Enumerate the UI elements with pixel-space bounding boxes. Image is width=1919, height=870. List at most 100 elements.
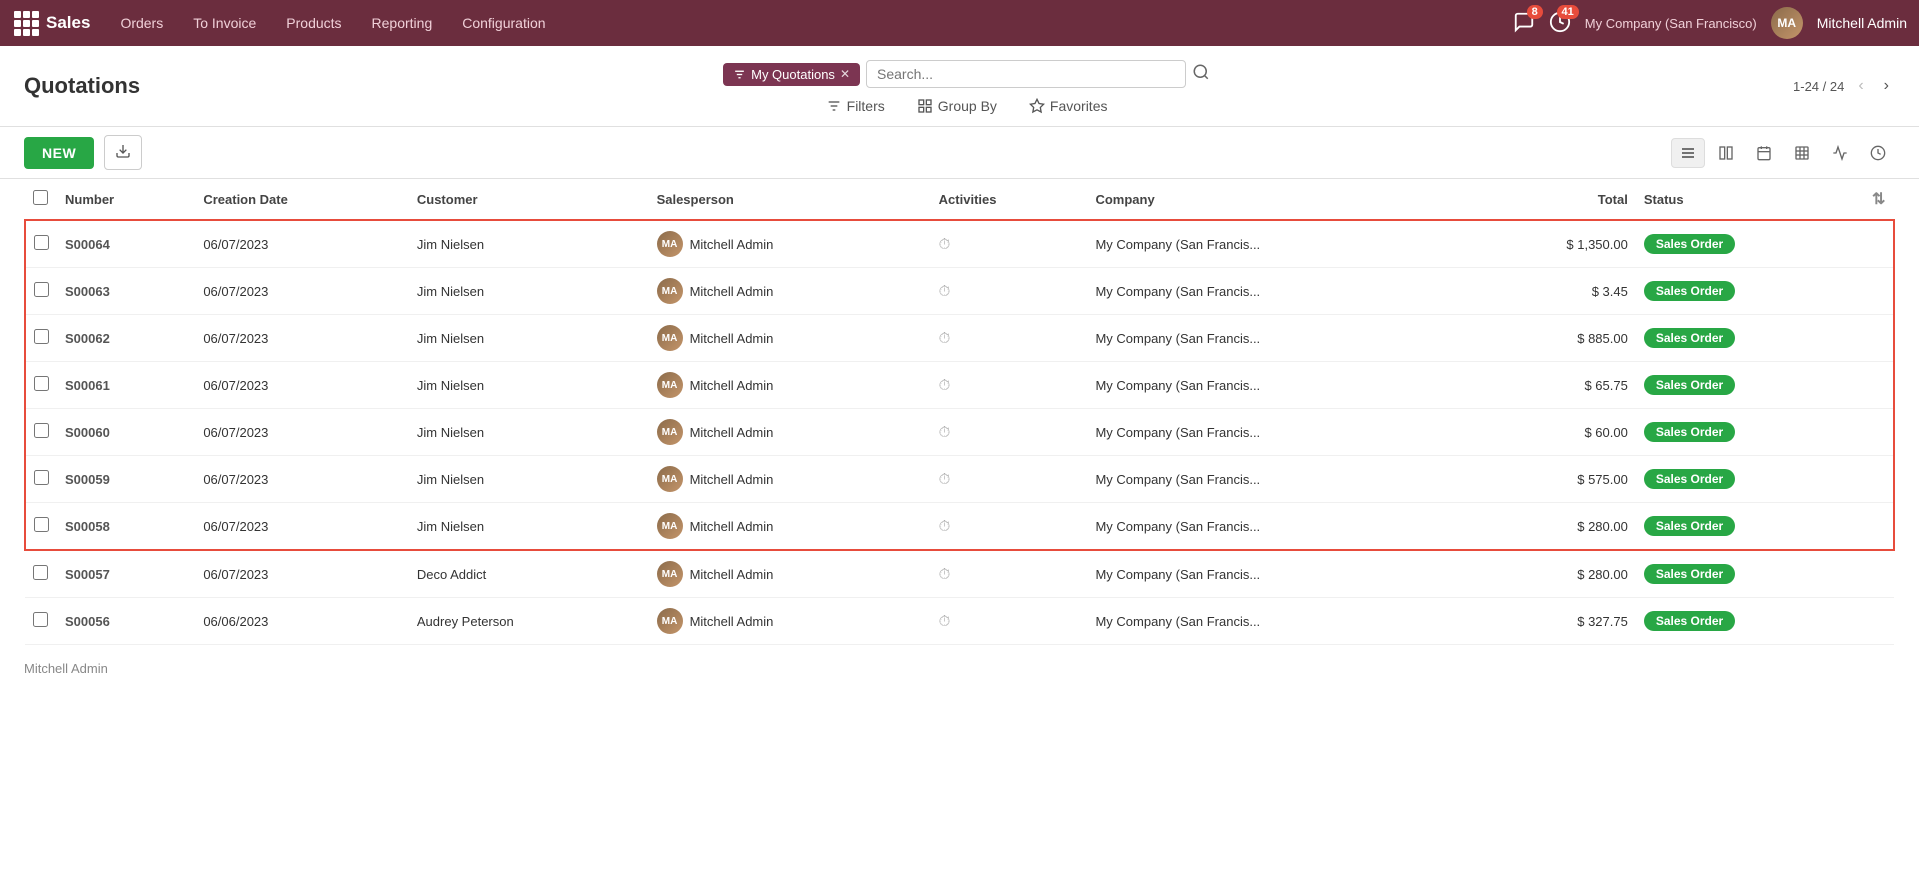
- status-badge: Sales Order: [1644, 375, 1735, 395]
- table-row[interactable]: S0006406/07/2023Jim NielsenMAMitchell Ad…: [25, 220, 1894, 268]
- graph-view-button[interactable]: [1823, 138, 1857, 168]
- row-extra: [1864, 315, 1894, 362]
- favorites-button[interactable]: Favorites: [1021, 94, 1116, 118]
- col-salesperson[interactable]: Salesperson: [649, 179, 931, 220]
- kanban-view-button[interactable]: [1709, 138, 1743, 168]
- row-salesperson: MAMitchell Admin: [649, 503, 931, 551]
- row-checkbox[interactable]: [34, 470, 49, 485]
- list-view-icon: [1680, 145, 1696, 161]
- row-activities[interactable]: ⏱: [931, 315, 1088, 362]
- row-status[interactable]: Sales Order: [1636, 315, 1864, 362]
- table-row[interactable]: S0005706/07/2023Deco AddictMAMitchell Ad…: [25, 550, 1894, 598]
- row-checkbox[interactable]: [34, 423, 49, 438]
- menu-reporting[interactable]: Reporting: [358, 9, 447, 37]
- table-row[interactable]: S0005806/07/2023Jim NielsenMAMitchell Ad…: [25, 503, 1894, 551]
- activity-clock-icon[interactable]: ⏱: [939, 613, 951, 630]
- table-row[interactable]: S0006206/07/2023Jim NielsenMAMitchell Ad…: [25, 315, 1894, 362]
- row-checkbox[interactable]: [34, 376, 49, 391]
- col-company[interactable]: Company: [1087, 179, 1471, 220]
- table-row[interactable]: S0006006/07/2023Jim NielsenMAMitchell Ad…: [25, 409, 1894, 456]
- col-activities[interactable]: Activities: [931, 179, 1088, 220]
- row-activities[interactable]: ⏱: [931, 550, 1088, 598]
- search-button[interactable]: [1192, 63, 1210, 86]
- row-activities[interactable]: ⏱: [931, 503, 1088, 551]
- activity-clock-icon[interactable]: ⏱: [939, 518, 951, 535]
- row-checkbox[interactable]: [34, 282, 49, 297]
- search-input[interactable]: [866, 60, 1186, 88]
- row-salesperson: MAMitchell Admin: [649, 268, 931, 315]
- top-menu: Orders To Invoice Products Reporting Con…: [106, 9, 559, 37]
- col-total[interactable]: Total: [1471, 179, 1636, 220]
- column-settings-icon[interactable]: ⇅: [1872, 191, 1885, 208]
- activity-clock-icon[interactable]: ⏱: [939, 424, 951, 441]
- col-number[interactable]: Number: [57, 179, 195, 220]
- activity-clock-icon[interactable]: ⏱: [939, 283, 951, 300]
- status-badge: Sales Order: [1644, 564, 1735, 584]
- avatar: MA: [657, 325, 683, 351]
- col-customer[interactable]: Customer: [409, 179, 649, 220]
- previous-page-button[interactable]: ‹: [1852, 75, 1869, 97]
- row-company: My Company (San Francis...: [1087, 503, 1471, 551]
- col-creation-date[interactable]: Creation Date: [195, 179, 409, 220]
- download-button[interactable]: [104, 135, 142, 170]
- table-row[interactable]: S0006306/07/2023Jim NielsenMAMitchell Ad…: [25, 268, 1894, 315]
- messages-button[interactable]: 8: [1513, 11, 1535, 36]
- row-date: 06/07/2023: [195, 550, 409, 598]
- row-status[interactable]: Sales Order: [1636, 456, 1864, 503]
- row-checkbox[interactable]: [34, 329, 49, 344]
- row-extra: [1864, 456, 1894, 503]
- user-avatar[interactable]: MA: [1771, 7, 1803, 39]
- filters-button[interactable]: Filters: [818, 94, 893, 118]
- row-status[interactable]: Sales Order: [1636, 362, 1864, 409]
- row-activities[interactable]: ⏱: [931, 456, 1088, 503]
- activity-clock-icon[interactable]: ⏱: [939, 377, 951, 394]
- activity-clock-icon[interactable]: ⏱: [939, 330, 951, 347]
- row-checkbox[interactable]: [33, 565, 48, 580]
- avatar: MA: [657, 608, 683, 634]
- activities-button[interactable]: 41: [1549, 11, 1571, 36]
- group-by-button[interactable]: Group By: [909, 94, 1005, 118]
- activity-clock-icon[interactable]: ⏱: [939, 471, 951, 488]
- waffle-menu-button[interactable]: [12, 9, 40, 37]
- filter-tag-close[interactable]: ✕: [840, 67, 850, 81]
- pivot-view-button[interactable]: [1785, 138, 1819, 168]
- activity-clock-icon[interactable]: ⏱: [939, 566, 951, 583]
- row-activities[interactable]: ⏱: [931, 220, 1088, 268]
- row-number: S00062: [65, 331, 110, 346]
- avatar: MA: [657, 231, 683, 257]
- menu-products[interactable]: Products: [272, 9, 355, 37]
- new-button[interactable]: NEW: [24, 137, 94, 169]
- row-activities[interactable]: ⏱: [931, 409, 1088, 456]
- row-status[interactable]: Sales Order: [1636, 268, 1864, 315]
- menu-orders[interactable]: Orders: [106, 9, 177, 37]
- row-checkbox[interactable]: [33, 612, 48, 627]
- row-customer: Jim Nielsen: [409, 315, 649, 362]
- list-view-button[interactable]: [1671, 138, 1705, 168]
- row-status[interactable]: Sales Order: [1636, 550, 1864, 598]
- row-status[interactable]: Sales Order: [1636, 598, 1864, 645]
- row-checkbox[interactable]: [34, 235, 49, 250]
- kanban-view-icon: [1718, 145, 1734, 161]
- row-activities[interactable]: ⏱: [931, 268, 1088, 315]
- row-checkbox[interactable]: [34, 517, 49, 532]
- select-all-checkbox[interactable]: [33, 190, 48, 205]
- filter-tag-my-quotations[interactable]: My Quotations ✕: [723, 63, 860, 86]
- table-row[interactable]: S0005606/06/2023Audrey PetersonMAMitchel…: [25, 598, 1894, 645]
- activity-clock-icon[interactable]: ⏱: [939, 236, 951, 253]
- row-company: My Company (San Francis...: [1087, 362, 1471, 409]
- row-status[interactable]: Sales Order: [1636, 220, 1864, 268]
- messages-badge: 8: [1527, 5, 1543, 19]
- menu-to-invoice[interactable]: To Invoice: [179, 9, 270, 37]
- avatar: MA: [657, 513, 683, 539]
- next-page-button[interactable]: ›: [1878, 75, 1895, 97]
- row-status[interactable]: Sales Order: [1636, 409, 1864, 456]
- activity-view-button[interactable]: [1861, 138, 1895, 168]
- calendar-view-button[interactable]: [1747, 138, 1781, 168]
- menu-configuration[interactable]: Configuration: [448, 9, 559, 37]
- table-row[interactable]: S0006106/07/2023Jim NielsenMAMitchell Ad…: [25, 362, 1894, 409]
- col-status[interactable]: Status: [1636, 179, 1864, 220]
- row-activities[interactable]: ⏱: [931, 362, 1088, 409]
- row-activities[interactable]: ⏱: [931, 598, 1088, 645]
- table-row[interactable]: S0005906/07/2023Jim NielsenMAMitchell Ad…: [25, 456, 1894, 503]
- row-status[interactable]: Sales Order: [1636, 503, 1864, 551]
